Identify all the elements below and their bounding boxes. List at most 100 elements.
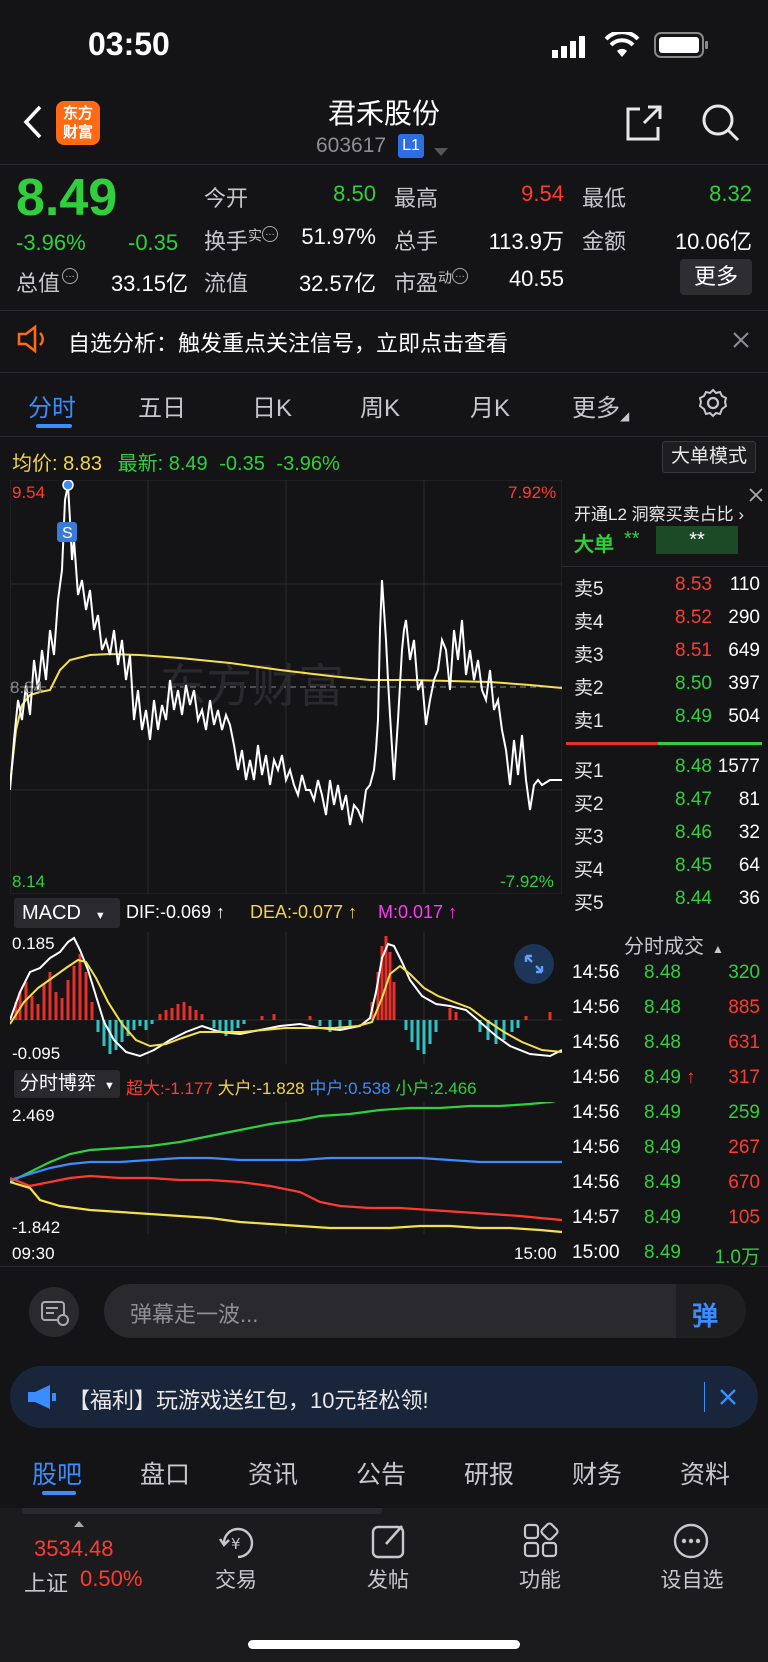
share-icon[interactable] — [624, 103, 664, 148]
x-start-label: 09:30 — [12, 1244, 55, 1263]
danmu-settings-icon[interactable] — [28, 1286, 80, 1343]
macd-selector[interactable]: MACD ▼ — [14, 898, 120, 928]
tab-intraday[interactable]: 分时 — [28, 388, 76, 423]
danmu-send-button[interactable]: 弹 — [676, 1284, 746, 1338]
big-order-mode-button[interactable]: 大单模式 — [662, 441, 756, 473]
legend-small: 小户:2.466 — [395, 1079, 477, 1098]
nav-add-watchlist[interactable]: 设自选 — [642, 1564, 742, 1594]
signal-icon — [552, 36, 588, 63]
ask-label: 卖5 — [574, 579, 604, 600]
add-watchlist-icon[interactable] — [672, 1522, 710, 1565]
tab-research[interactable]: 研报 — [464, 1455, 514, 1491]
tab-five-day[interactable]: 五日 — [138, 388, 186, 423]
tick-time: 15:00 — [572, 1242, 620, 1263]
intraday-chart[interactable]: 东方财富 S — [10, 480, 562, 894]
low-value: 8.32 — [709, 181, 752, 206]
tab-finance[interactable]: 财务 — [572, 1455, 622, 1491]
fund-flow-selector-label: 分时博弈 — [20, 1073, 97, 1094]
expand-icon[interactable] — [514, 944, 554, 989]
high-label: 最高 — [394, 186, 439, 211]
y-max-label: 9.54 — [12, 483, 46, 502]
tab-guba[interactable]: 股吧 — [32, 1455, 82, 1491]
macd-y-min: -0.095 — [12, 1044, 61, 1063]
nav-trade[interactable]: 交易 — [186, 1564, 286, 1594]
status-time: 03:50 — [88, 26, 170, 62]
tab-announcement[interactable]: 公告 — [356, 1455, 406, 1491]
fund-flow-selector[interactable]: 分时博弈 ▼ — [14, 1070, 120, 1098]
pe-sup: 动 — [438, 269, 453, 286]
avg-price-bar: 均价: 8.83 最新: 8.49 -0.35 -3.96% — [12, 447, 340, 476]
l2-stars-1: ** — [624, 528, 640, 550]
settings-icon[interactable] — [698, 388, 728, 423]
home-indicator[interactable] — [248, 1640, 520, 1649]
promo-close-icon[interactable] — [720, 1389, 736, 1410]
tick-vol: 317 — [728, 1067, 760, 1088]
pe-label-text: 市盈 — [394, 271, 439, 296]
ask-vol: 504 — [728, 706, 760, 727]
tab-weekly-k[interactable]: 周K — [360, 388, 400, 423]
l2-promo[interactable]: 开通L2 洞察买卖占比 › — [574, 500, 744, 525]
nav-function[interactable]: 功能 — [490, 1564, 590, 1594]
tick-vol: 670 — [728, 1172, 760, 1193]
y-min-label: 8.14 — [12, 872, 46, 891]
amount-label: 金额 — [582, 229, 627, 254]
promo-text: 【福利】玩游戏送红包，10元轻松领! — [68, 1388, 429, 1413]
open-label: 今开 — [204, 186, 249, 211]
legend-super: 超大:-1.177 — [126, 1079, 213, 1098]
legend-big: 大户:-1.828 — [217, 1079, 305, 1098]
bid-label: 买4 — [574, 860, 604, 881]
nav-post[interactable]: 发帖 — [338, 1564, 438, 1594]
tick-time: 14:57 — [572, 1207, 620, 1228]
tick-time: 14:56 — [572, 997, 620, 1018]
tab-pankou[interactable]: 盘口 — [140, 1455, 190, 1491]
mktcap-label: 总值… — [16, 266, 79, 298]
tick-vol: 631 — [728, 1032, 760, 1053]
tick-price: 8.49 — [644, 1172, 681, 1193]
tick-time: 14:56 — [572, 1137, 620, 1158]
high-point-marker — [62, 480, 74, 491]
notice-text[interactable]: 自选分析：触发重点关注信号，立即点击查看 — [68, 326, 508, 358]
more-button[interactable]: 更多 — [680, 259, 752, 295]
tick-price: 8.49 — [644, 1067, 681, 1088]
tab-more[interactable]: 更多◢ — [572, 388, 629, 423]
tick-time: 14:56 — [572, 1067, 620, 1088]
trade-icon[interactable]: ¥ — [218, 1523, 258, 1566]
bid-vol: 36 — [738, 888, 760, 909]
tab-daily-k[interactable]: 日K — [252, 388, 292, 423]
info-icon[interactable]: … — [452, 268, 469, 284]
function-icon[interactable] — [522, 1522, 560, 1565]
macd-chart[interactable] — [10, 932, 562, 1064]
info-icon[interactable]: … — [62, 268, 79, 284]
tick-vol: 1.0万 — [714, 1247, 760, 1268]
tab-monthly-k[interactable]: 月K — [470, 388, 510, 423]
info-icon[interactable]: … — [262, 226, 279, 242]
tick-price: 8.48 — [644, 1032, 681, 1053]
tick-time: 14:56 — [572, 1032, 620, 1053]
svg-text:¥: ¥ — [231, 1535, 241, 1553]
fund-flow-chart[interactable] — [10, 1102, 562, 1234]
turnover-value: 51.97% — [301, 224, 376, 249]
post-icon[interactable] — [370, 1522, 408, 1565]
divider — [0, 372, 768, 373]
close-icon[interactable] — [733, 332, 749, 353]
index-value[interactable]: 3534.48 — [34, 1536, 114, 1562]
caret-up-icon[interactable] — [74, 1514, 84, 1527]
latest-pct: -3.96% — [276, 453, 340, 475]
search-icon[interactable] — [700, 102, 742, 149]
l2-close-icon[interactable] — [748, 487, 764, 508]
caret-down-icon: ▼ — [94, 910, 106, 922]
tab-profile[interactable]: 资料 — [680, 1455, 730, 1491]
level-badge[interactable]: L1 — [398, 134, 424, 158]
latest-value: 8.49 — [168, 453, 208, 475]
index-name[interactable]: 上证 — [24, 1566, 68, 1598]
turnover-label: 换手实… — [204, 224, 279, 256]
index-pct[interactable]: 0.50% — [80, 1566, 142, 1592]
volume-value: 113.9万 — [488, 229, 564, 254]
macd-dea: DEA:-0.077 ↑ — [250, 902, 358, 922]
corner-triangle-icon: ◢ — [620, 409, 630, 423]
ask-vol: 290 — [728, 607, 760, 628]
dropdown-icon[interactable] — [434, 143, 448, 161]
tab-news[interactable]: 资讯 — [248, 1455, 298, 1491]
ticks-title[interactable]: 分时成交 ▲ — [624, 930, 724, 959]
ask-label: 卖2 — [574, 678, 604, 699]
